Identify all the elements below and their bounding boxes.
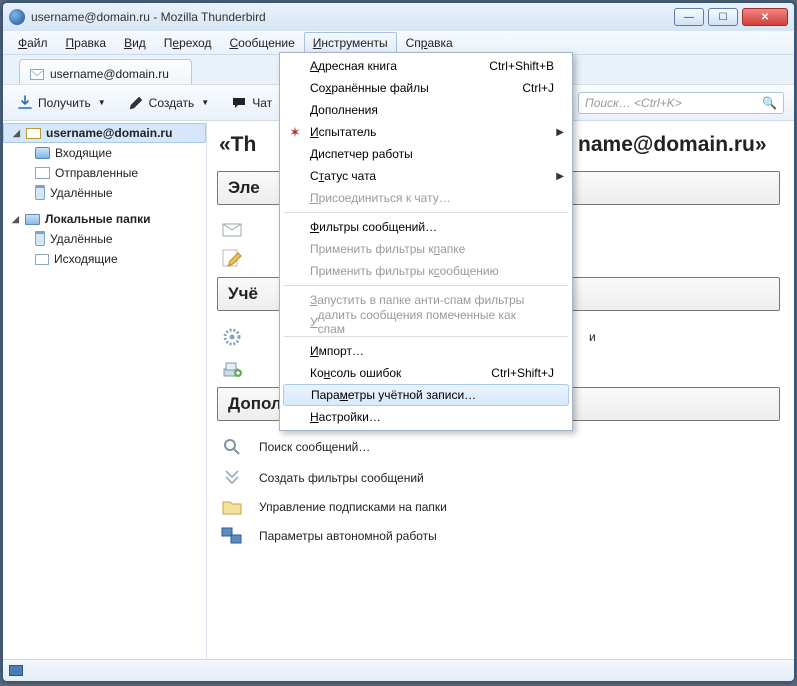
tab-account[interactable]: username@domain.ru: [19, 59, 192, 84]
folder-tree: ◢ username@domain.ru Входящие Отправленн…: [3, 121, 207, 659]
search-input[interactable]: Поиск… <Ctrl+K> 🔍: [578, 92, 784, 114]
account-icon: [26, 128, 41, 139]
tree-trash[interactable]: Удалённые: [3, 183, 206, 203]
app-icon: [9, 9, 25, 25]
link-offline-settings[interactable]: Параметры автономной работы: [215, 521, 782, 551]
sent-icon: [35, 167, 50, 179]
menuitem-account-settings[interactable]: Параметры учётной записи…: [283, 384, 569, 406]
get-mail-button[interactable]: Получить▼: [13, 92, 110, 114]
close-button[interactable]: ✕: [742, 8, 788, 26]
menu-separator: [284, 285, 568, 286]
chevron-down-icon: ▼: [98, 98, 106, 107]
menu-view[interactable]: Вид: [115, 32, 155, 54]
folder-icon: [221, 499, 243, 515]
twisty-icon: ◢: [11, 215, 20, 224]
offline-icon: [221, 527, 243, 545]
online-status-icon[interactable]: [9, 665, 23, 676]
menu-separator: [284, 336, 568, 337]
maximize-button[interactable]: ☐: [708, 8, 738, 26]
statusbar: [3, 659, 794, 681]
menuitem-addons[interactable]: Дополнения: [282, 99, 570, 121]
mail-icon: [30, 69, 44, 80]
link-create-filters[interactable]: Создать фильтры сообщений: [215, 463, 782, 493]
menuitem-tester[interactable]: ✶Испытатель▶: [282, 121, 570, 143]
tree-outbox[interactable]: Исходящие: [3, 249, 206, 269]
chat-icon: [231, 95, 247, 111]
tree-local-folders[interactable]: ◢ Локальные папки: [3, 209, 206, 229]
titlebar: username@domain.ru - Mozilla Thunderbird…: [3, 3, 794, 31]
gear-icon: [221, 327, 243, 347]
tree-account[interactable]: ◢ username@domain.ru: [3, 123, 206, 143]
tree-inbox[interactable]: Входящие: [3, 143, 206, 163]
trash-icon: [35, 187, 45, 200]
tab-label: username@domain.ru: [50, 67, 169, 81]
inbox-icon: [35, 147, 50, 159]
filter-icon: [221, 469, 243, 487]
menuitem-delete-junk: Удалить сообщения помеченные как спам: [282, 311, 570, 333]
chat-button[interactable]: Чат: [227, 92, 276, 114]
menuitem-chat-status[interactable]: Статус чата▶: [282, 165, 570, 187]
menu-go[interactable]: Переход: [155, 32, 221, 54]
twisty-icon: ◢: [12, 129, 21, 138]
download-icon: [17, 95, 33, 111]
tools-menu-dropdown: Адресная книгаCtrl+Shift+B Сохранённые ф…: [279, 52, 573, 431]
submenu-arrow-icon: ▶: [556, 127, 564, 138]
minimize-button[interactable]: —: [674, 8, 704, 26]
outbox-icon: [35, 254, 49, 265]
bug-icon: ✶: [287, 124, 303, 140]
tree-local-trash[interactable]: Удалённые: [3, 229, 206, 249]
menuitem-activity[interactable]: Диспетчер работы: [282, 143, 570, 165]
search-icon: 🔍: [762, 96, 777, 110]
tree-sent[interactable]: Отправленные: [3, 163, 206, 183]
window-title: username@domain.ru - Mozilla Thunderbird: [31, 10, 670, 24]
search-placeholder: Поиск… <Ctrl+K>: [585, 96, 682, 110]
link-manage-subscriptions[interactable]: Управление подписками на папки: [215, 493, 782, 521]
menuitem-addressbook[interactable]: Адресная книгаCtrl+Shift+B: [282, 55, 570, 77]
menu-help[interactable]: Справка: [397, 32, 462, 54]
compose-button[interactable]: Создать▼: [124, 92, 214, 114]
menu-message[interactable]: Сообщение: [220, 32, 303, 54]
menuitem-apply-message: Применить фильтры к сообщению: [282, 260, 570, 282]
menuitem-filters[interactable]: Фильтры сообщений…: [282, 216, 570, 238]
compose-icon: [221, 249, 243, 267]
link-search-messages[interactable]: Поиск сообщений…: [215, 431, 782, 463]
trash-icon: [35, 233, 45, 246]
local-folders-icon: [25, 214, 40, 225]
menuitem-import[interactable]: Импорт…: [282, 340, 570, 362]
menuitem-options[interactable]: Настройки…: [282, 406, 570, 428]
menuitem-saved-files[interactable]: Сохранённые файлыCtrl+J: [282, 77, 570, 99]
add-account-icon: [221, 359, 243, 377]
mail-read-icon: [221, 221, 243, 237]
chevron-down-icon: ▼: [201, 98, 209, 107]
submenu-arrow-icon: ▶: [556, 171, 564, 182]
menu-tools[interactable]: Инструменты: [304, 32, 397, 54]
menuitem-apply-folder: Применить фильтры к папке: [282, 238, 570, 260]
menuitem-error-console[interactable]: Консоль ошибокCtrl+Shift+J: [282, 362, 570, 384]
pencil-icon: [128, 95, 144, 111]
menu-file[interactable]: Файл: [9, 32, 57, 54]
app-window: username@domain.ru - Mozilla Thunderbird…: [2, 2, 795, 682]
menu-separator: [284, 212, 568, 213]
menu-edit[interactable]: Правка: [57, 32, 116, 54]
search-icon: [221, 437, 243, 457]
menuitem-join-chat: Присоединиться к чату…: [282, 187, 570, 209]
